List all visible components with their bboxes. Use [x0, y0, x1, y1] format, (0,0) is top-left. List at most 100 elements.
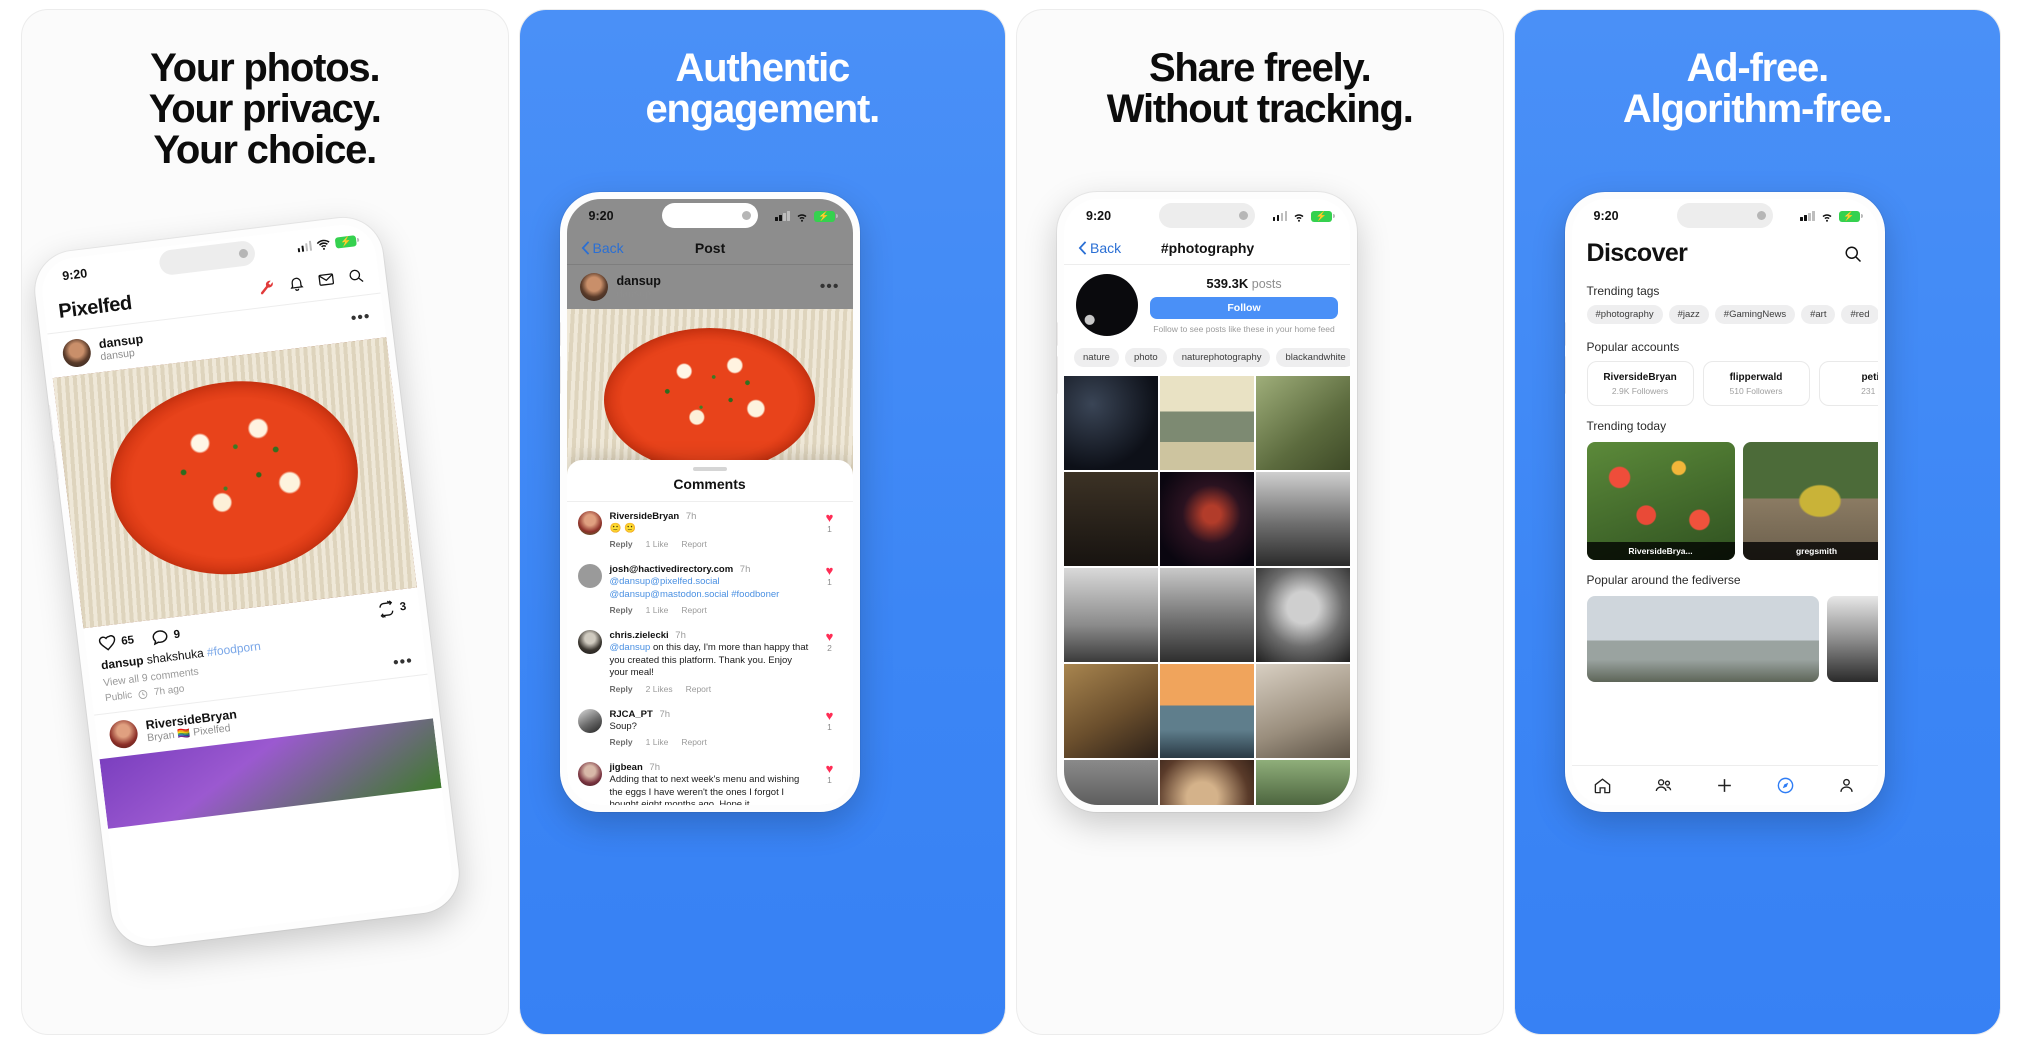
grid-photo[interactable] [1256, 376, 1350, 470]
report-button[interactable]: Report [686, 684, 712, 694]
app-brand-title: Pixelfed [57, 292, 133, 323]
related-tag-chip[interactable]: nature [1074, 348, 1119, 367]
compass-icon[interactable] [1776, 776, 1795, 795]
comment-author[interactable]: jigbean 7h [610, 762, 810, 773]
avatar[interactable] [577, 708, 602, 733]
grid-photo[interactable] [1064, 664, 1158, 758]
post-image[interactable] [52, 337, 417, 629]
fediverse-card[interactable] [1826, 596, 1878, 682]
grid-photo[interactable] [1256, 568, 1350, 662]
comment-author[interactable]: chris.zielecki 7h [610, 630, 810, 641]
back-button[interactable]: Back [581, 240, 624, 256]
grid-photo[interactable] [1064, 472, 1158, 566]
front-camera-icon [238, 248, 249, 259]
mention-link[interactable]: @dansup [610, 642, 651, 653]
wifi-icon [1822, 214, 1831, 222]
volume-down-button[interactable] [559, 356, 561, 394]
grid-photo[interactable] [1160, 664, 1254, 758]
volume-down-button[interactable] [1564, 356, 1566, 394]
mail-icon[interactable] [317, 270, 336, 289]
reply-button[interactable]: Reply [610, 605, 633, 615]
people-icon[interactable] [1654, 776, 1673, 795]
avatar[interactable] [577, 564, 602, 589]
fediverse-card[interactable] [1586, 596, 1819, 682]
account-card[interactable]: flipperwald 510 Followers [1702, 361, 1810, 406]
post-more-button[interactable]: ••• [392, 652, 414, 671]
comment-author[interactable]: RJCA_PT 7h [610, 709, 810, 720]
volume-up-button[interactable] [46, 404, 54, 431]
comment-author[interactable]: RiversideBryan 7h [610, 511, 810, 522]
trending-card[interactable]: RiversideBrya... [1586, 442, 1735, 560]
related-tags-row[interactable]: nature photo naturephotography blackandw… [1064, 340, 1350, 376]
comment-like[interactable]: ♥ 2 [818, 630, 842, 694]
volume-up-button[interactable] [559, 322, 561, 346]
grid-photo[interactable] [1160, 760, 1254, 805]
follow-button[interactable]: Follow [1150, 297, 1338, 319]
trending-tag-chip[interactable]: #GamingNews [1714, 305, 1796, 324]
home-icon[interactable] [1593, 776, 1612, 795]
account-card[interactable]: RiversideBryan 2.9K Followers [1586, 361, 1694, 406]
like-action[interactable]: 65 [97, 631, 135, 653]
avatar[interactable] [61, 337, 93, 369]
trending-tag-chip[interactable]: #photography [1586, 305, 1663, 324]
mention-link[interactable]: @dansup@mastodon.social [610, 589, 729, 600]
comment-hashtag[interactable]: #foodboner [731, 589, 779, 600]
comment-like[interactable]: ♥ 1 [818, 709, 842, 748]
report-button[interactable]: Report [681, 539, 707, 549]
report-button[interactable]: Report [681, 605, 707, 615]
back-button[interactable]: Back [1078, 240, 1121, 256]
person-icon[interactable] [1837, 776, 1856, 795]
reply-button[interactable]: Reply [610, 737, 633, 747]
comment-action[interactable]: 9 [150, 626, 181, 647]
repost-icon[interactable] [376, 599, 396, 619]
grid-photo[interactable] [1160, 568, 1254, 662]
report-button[interactable]: Report [681, 737, 707, 747]
comment-icon[interactable] [150, 627, 170, 647]
volume-down-button[interactable] [1057, 356, 1058, 394]
volume-up-button[interactable] [1057, 322, 1058, 346]
avatar[interactable] [579, 273, 608, 301]
search-icon[interactable] [1843, 244, 1863, 264]
grid-photo[interactable] [1160, 376, 1254, 470]
headline-line: Algorithm-free. [1622, 87, 1893, 132]
trending-tag-chip[interactable]: #jazz [1668, 305, 1709, 324]
battery-charging-icon: ⚡ [813, 210, 838, 222]
grid-photo[interactable] [1064, 568, 1158, 662]
comment-author[interactable]: josh@hactivedirectory.com 7h [610, 564, 810, 575]
account-card[interactable]: petit 231 F [1818, 361, 1878, 406]
grid-photo[interactable] [1256, 472, 1350, 566]
comment-like[interactable]: ♥ 1 [818, 511, 842, 550]
grid-photo[interactable] [1256, 664, 1350, 758]
trending-tag-chip[interactable]: #red [1841, 305, 1878, 324]
trending-tags-row[interactable]: #photography #jazz #GamingNews #art #red [1572, 305, 1878, 334]
avatar[interactable] [577, 510, 602, 535]
post-options-button[interactable]: ••• [350, 308, 372, 327]
related-tag-chip[interactable]: photo [1124, 348, 1167, 367]
avatar[interactable] [108, 718, 140, 750]
avatar[interactable] [577, 630, 602, 655]
related-tag-chip[interactable]: naturephotography [1172, 348, 1271, 367]
reply-button[interactable]: Reply [610, 684, 633, 694]
comment-like[interactable]: ♥ 1 [818, 564, 842, 615]
post-options-button[interactable]: ••• [820, 279, 840, 295]
heart-icon[interactable] [97, 633, 117, 653]
grid-photo[interactable] [1064, 376, 1158, 470]
mention-link[interactable]: @dansup@pixelfed.social [610, 576, 720, 587]
bell-icon[interactable] [287, 274, 306, 293]
volume-up-button[interactable] [1564, 322, 1566, 346]
grid-photo[interactable] [1256, 760, 1350, 805]
trending-card[interactable]: gregsmith [1742, 442, 1878, 560]
avatar[interactable] [577, 762, 602, 787]
grid-photo[interactable] [1160, 472, 1254, 566]
related-tag-chip[interactable]: blackandwhite [1276, 348, 1350, 367]
search-icon[interactable] [347, 266, 366, 285]
plus-icon[interactable] [1715, 776, 1734, 795]
trending-tag-chip[interactable]: #art [1801, 305, 1836, 324]
wrench-icon[interactable] [257, 277, 276, 296]
sheet-grabber[interactable] [692, 466, 727, 471]
grid-photo[interactable] [1064, 760, 1158, 805]
reply-button[interactable]: Reply [610, 539, 633, 549]
share-action[interactable]: 3 [376, 598, 407, 619]
comment-like[interactable]: ♥ 1 [818, 762, 842, 805]
volume-down-button[interactable] [51, 440, 60, 481]
